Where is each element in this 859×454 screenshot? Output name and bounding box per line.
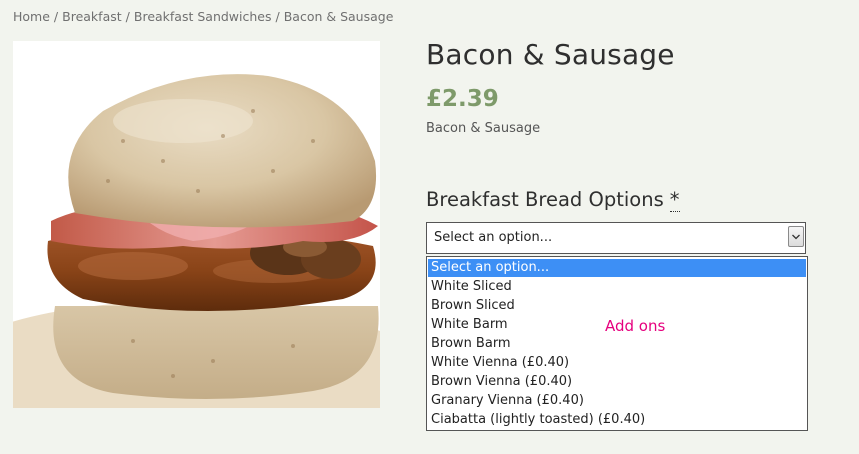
- bread-options-dropdown[interactable]: Select an option... White Sliced Brown S…: [426, 256, 808, 431]
- breadcrumb-breakfast-sandwiches[interactable]: Breakfast Sandwiches: [134, 9, 272, 24]
- required-marker: *: [669, 188, 680, 212]
- dropdown-option-ciabatta[interactable]: Ciabatta (lightly toasted) (£0.40): [427, 410, 807, 429]
- dropdown-option-white-sliced[interactable]: White Sliced: [427, 277, 807, 296]
- bacon-sausage-bun-illustration: [13, 74, 380, 408]
- dropdown-option-brown-barm[interactable]: Brown Barm: [427, 334, 807, 353]
- select-current-value: Select an option...: [434, 230, 553, 245]
- product-title: Bacon & Sausage: [426, 38, 675, 71]
- breadcrumb-separator: /: [275, 9, 280, 24]
- chevron-down-glyph: [792, 234, 800, 239]
- breadcrumb-separator: /: [125, 9, 130, 24]
- bread-options-label-text: Breakfast Bread Options: [426, 188, 664, 211]
- breadcrumb-breakfast[interactable]: Breakfast: [62, 9, 122, 24]
- dropdown-option-white-vienna[interactable]: White Vienna (£0.40): [427, 353, 807, 372]
- breadcrumb-current: Bacon & Sausage: [283, 9, 394, 24]
- bread-options-label: Breakfast Bread Options *: [426, 188, 680, 212]
- product-image[interactable]: [13, 41, 380, 408]
- add-ons-annotation: Add ons: [605, 317, 666, 335]
- dropdown-option-brown-vienna[interactable]: Brown Vienna (£0.40): [427, 372, 807, 391]
- dropdown-option-brown-sliced[interactable]: Brown Sliced: [427, 296, 807, 315]
- breadcrumb-separator: /: [53, 9, 59, 24]
- breadcrumb: Home / Breakfast / Breakfast Sandwiches / Baco…: [13, 9, 393, 24]
- product-price: £2.39: [426, 86, 499, 112]
- dropdown-option-select-an-option[interactable]: Select an option...: [428, 259, 806, 277]
- product-short-description: Bacon & Sausage: [426, 121, 541, 136]
- chevron-down-icon[interactable]: [788, 226, 804, 247]
- breadcrumb-home[interactable]: Home: [13, 9, 50, 24]
- bread-options-select[interactable]: Select an option...: [426, 222, 806, 254]
- dropdown-option-granary-vienna[interactable]: Granary Vienna (£0.40): [427, 391, 807, 410]
